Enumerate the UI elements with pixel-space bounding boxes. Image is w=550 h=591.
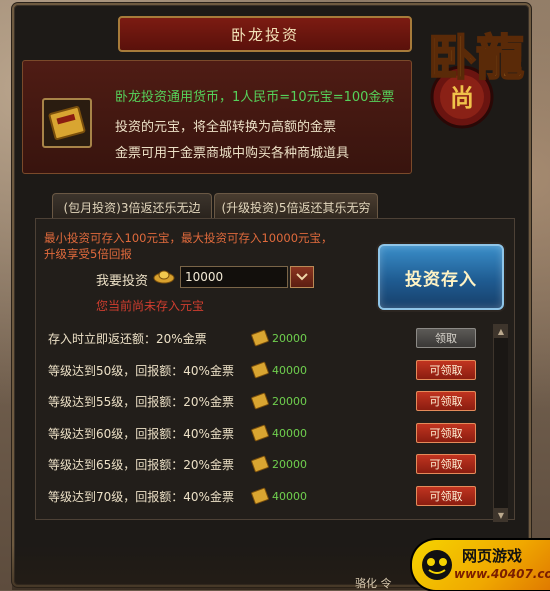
investment-limit-notice: 最小投资可存入100元宝，最大投资可存入10000元宝， (44, 231, 333, 245)
reward-label: 存入时立即返还额：20%金票 (48, 332, 207, 346)
claim-button[interactable]: 可领取 (416, 485, 476, 506)
reward-row: 存入时立即返还额：20%金票 20000 领取 (40, 324, 490, 356)
mascot-icon (422, 550, 452, 580)
reward-row: 等级达到50级，回报额：40%金票 40000 可领取 (40, 356, 490, 388)
reward-row: 等级达到55级，回报额：20%金票 20000 可领取 (40, 387, 490, 419)
gold-ticket-icon (251, 487, 269, 504)
gold-ingot-icon (153, 270, 175, 284)
header-usage-note: 金票可用于金票商城中购买各种商城道具 (115, 146, 350, 161)
reward-label: 等级达到55级，回报额：20%金票 (48, 395, 234, 409)
reward-amount: 20000 (272, 458, 307, 471)
header-convert-note: 投资的元宝，将全部转换为高额的金票 (115, 120, 337, 135)
gold-ticket-icon (251, 361, 269, 378)
reward-row: 等级达到60级，回报额：40%金票 40000 可领取 (40, 419, 490, 451)
scroll-up-arrow-icon[interactable]: ▲ (494, 324, 508, 338)
footer-scene-text: 骆化 令 (355, 577, 392, 590)
logo-seal-text: 尚 (450, 83, 474, 112)
reward-amount: 40000 (272, 363, 307, 377)
claim-button-label: 可领取 (429, 489, 463, 503)
scroll-down-arrow-icon[interactable]: ▼ (494, 508, 508, 522)
reward-row: 等级达到70级，回报额：40%金票 40000 可领取 (40, 482, 490, 514)
claim-button-label: 可领取 (429, 458, 463, 471)
reward-amount: 20000 (272, 395, 307, 408)
gold-ticket-icon (251, 424, 269, 441)
investment-return-notice: 升级享受5倍回报 (44, 247, 132, 261)
reward-amount: 20000 (272, 332, 307, 345)
header-currency-note: 卧龙投资通用货币，1人民币=10元宝=100金票 (115, 90, 395, 105)
invest-amount-label: 我要投资 (96, 274, 149, 289)
reward-list: 存入时立即返还额：20%金票 20000 领取 等级达到50级，回报额：40%金… (40, 324, 490, 513)
watermark-url: www.40407.com (454, 567, 550, 581)
claim-button[interactable]: 领取 (416, 328, 476, 348)
reward-list-scrollbar[interactable]: ▲ ▼ (493, 324, 508, 522)
window-title: 卧龙投资 (118, 16, 412, 52)
claim-button[interactable]: 可领取 (416, 422, 476, 443)
gold-ticket-icon (251, 329, 269, 347)
claim-button-label: 可领取 (429, 395, 463, 408)
watermark-site-name: 网页游戏 (462, 547, 523, 565)
tab-monthly-label: (包月投资)3倍返还乐无边 (63, 200, 201, 215)
claim-button-label: 可领取 (429, 426, 463, 440)
invest-deposit-button[interactable]: 投资存入 (378, 244, 504, 310)
invest-amount-input[interactable] (180, 266, 288, 288)
window-title-text: 卧龙投资 (230, 25, 299, 44)
gold-ticket-icon (251, 455, 269, 473)
claim-button[interactable]: 可领取 (416, 391, 476, 411)
reward-label: 等级达到70级，回报额：40%金票 (48, 489, 234, 504)
reward-label: 等级达到60级，回报额：40%金票 (48, 426, 234, 441)
gold-ticket-icon (42, 98, 92, 148)
reward-row: 等级达到65级，回报额：20%金票 20000 可领取 (40, 450, 490, 482)
reward-label: 等级达到50级，回报额：40%金票 (48, 363, 234, 378)
amount-dropdown-button[interactable] (290, 266, 314, 288)
invest-deposit-label: 投资存入 (405, 269, 477, 290)
reward-label: 等级达到65级，回报额：20%金票 (48, 458, 234, 472)
reward-amount: 40000 (272, 426, 307, 440)
claim-button[interactable]: 可领取 (416, 454, 476, 474)
gold-ticket-icon (251, 392, 269, 410)
reward-amount: 40000 (272, 489, 307, 503)
claim-button-label: 领取 (435, 332, 457, 345)
logo-title-text: 卧龍 (428, 30, 524, 86)
wolong-logo: 尚 卧龍 (427, 29, 525, 129)
deposit-status-text: 您当前尚未存入元宝 (96, 299, 205, 313)
claim-button-label: 可领取 (429, 363, 463, 377)
tab-level-label: (升级投资)5倍返还其乐无穷 (221, 200, 371, 215)
tab-monthly-investment[interactable]: (包月投资)3倍返还乐无边 (52, 193, 212, 220)
tab-level-investment[interactable]: (升级投资)5倍返还其乐无穷 (214, 193, 378, 220)
chevron-down-icon (296, 273, 308, 281)
claim-button[interactable]: 可领取 (416, 359, 476, 380)
